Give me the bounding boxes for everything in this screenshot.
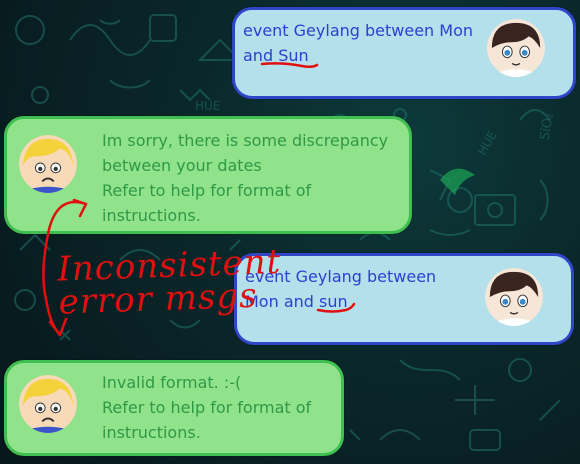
bot-avatar-icon	[19, 135, 77, 193]
user-avatar-icon	[485, 268, 543, 326]
annotation-label: Inconsistent error msgs	[56, 241, 282, 323]
user-avatar-icon	[487, 19, 545, 77]
svg-text:HUE: HUE	[195, 99, 220, 113]
bot-message-2: Invalid format. :-( Refer to help for fo…	[4, 360, 344, 456]
bot-message-1: Im sorry, there is some discrepancy betw…	[4, 116, 412, 234]
bot-avatar-icon	[19, 375, 77, 433]
chat-window: HUE SiO₂ HUE event Geylang between Mon a…	[0, 0, 580, 464]
message-text: event Geylang between Mon and Sun	[243, 21, 474, 65]
svg-text:HUE: HUE	[475, 129, 500, 158]
user-message-2: event Geylang between Mon and sun	[234, 253, 574, 345]
message-text: Im sorry, there is some discrepancy betw…	[102, 131, 389, 225]
user-message-1: event Geylang between Mon and Sun	[232, 7, 576, 99]
message-text: Invalid format. :-( Refer to help for fo…	[102, 373, 312, 442]
svg-text:SiO₂: SiO₂	[537, 112, 557, 142]
